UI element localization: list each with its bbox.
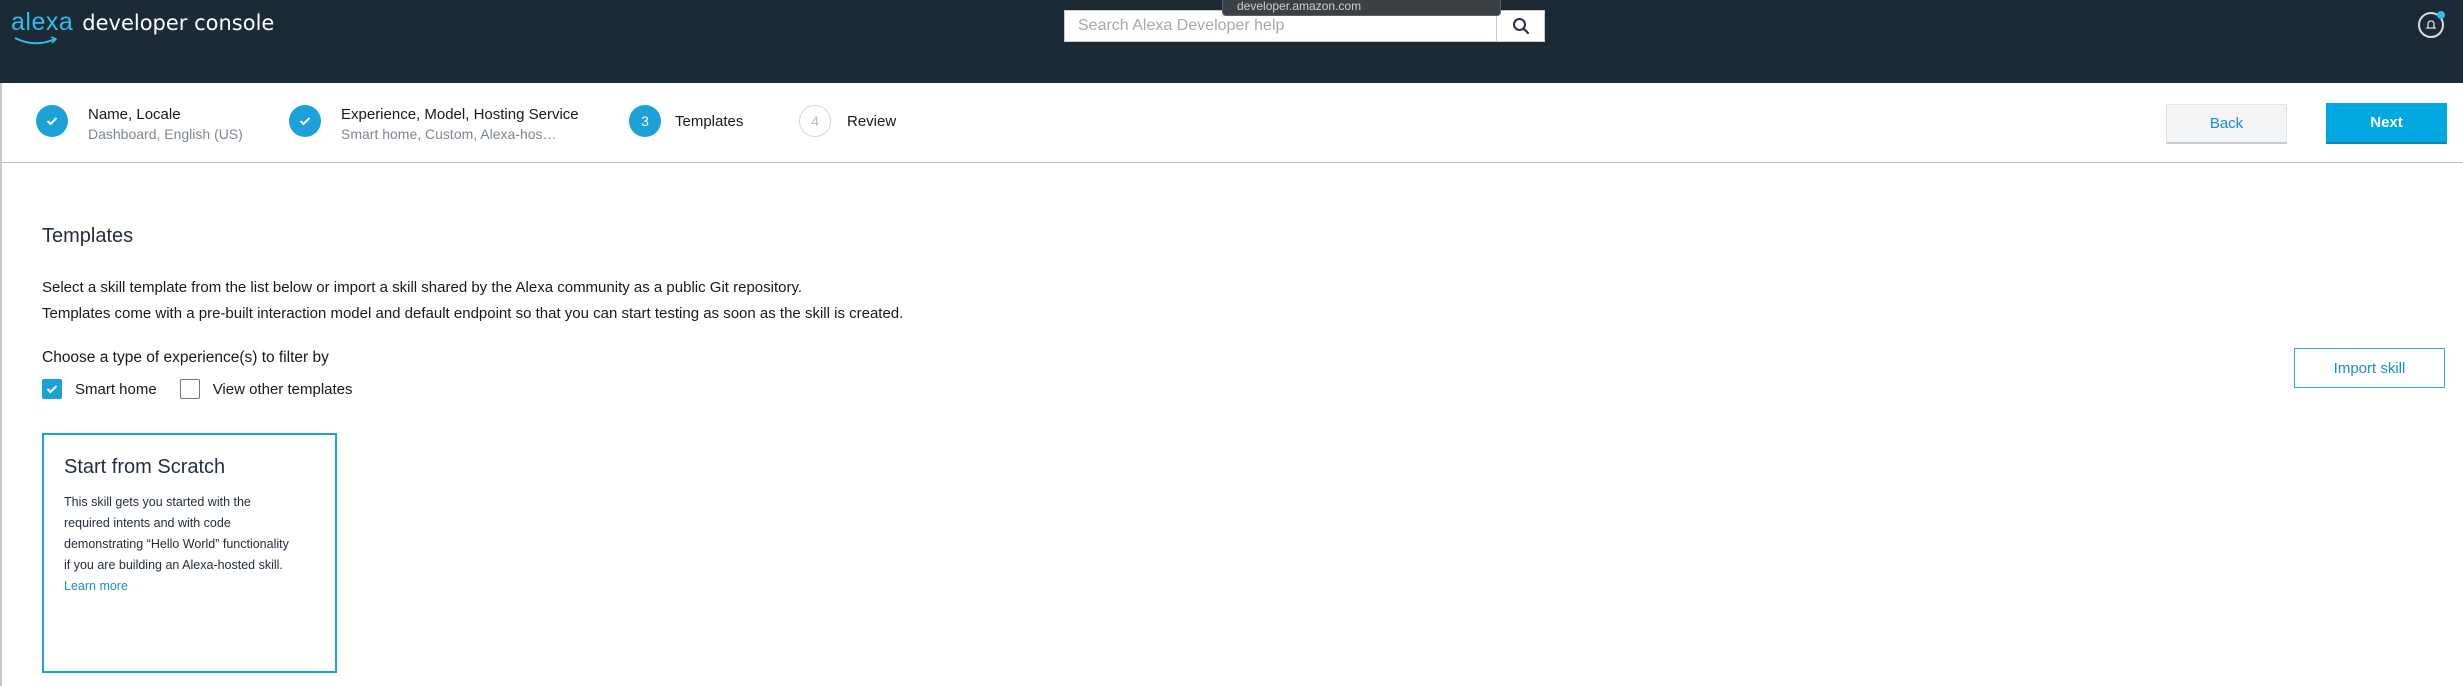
logo-brand-text: alexa — [11, 8, 74, 36]
alexa-developer-console-logo[interactable]: alexa developer console — [11, 8, 275, 45]
view-other-templates-checkbox[interactable] — [179, 379, 200, 399]
next-button[interactable]: Next — [2326, 103, 2447, 144]
card-title: Start from Scratch — [64, 456, 226, 478]
step-4-number: 4 — [799, 105, 831, 137]
step-1-check-icon — [36, 105, 68, 137]
notification-badge — [2437, 11, 2445, 19]
smart-home-checkbox[interactable] — [42, 379, 62, 399]
logo-product-text: developer console — [82, 11, 275, 35]
search-button[interactable] — [1496, 10, 1545, 42]
step-subtitle: Dashboard, English (US) — [88, 126, 243, 142]
card-description: This skill gets you started with the req… — [64, 492, 315, 597]
description-line-1: Select a skill template from the list be… — [42, 279, 803, 296]
top-navigation-bar: alexa developer console developer.amazon… — [0, 0, 2463, 83]
card-description-line: This skill gets you started with the — [64, 495, 251, 509]
step-2-check-icon — [289, 105, 321, 137]
step-title: Templates — [675, 113, 744, 130]
bell-icon — [2425, 20, 2437, 29]
step-title: Name, Locale — [88, 106, 181, 123]
import-skill-button[interactable]: Import skill — [2294, 348, 2445, 388]
card-description-line: required intents and with code — [64, 516, 231, 530]
page-title: Templates — [42, 225, 134, 247]
smart-home-label[interactable]: Smart home — [75, 381, 157, 398]
template-card-start-from-scratch[interactable]: Start from Scratch This skill gets you s… — [42, 433, 337, 673]
learn-more-link[interactable]: Learn more — [64, 576, 315, 597]
step-templates[interactable]: 3 Templates — [629, 105, 743, 137]
back-button[interactable]: Back — [2166, 104, 2287, 144]
wizard-stepper: Name, Locale Dashboard, English (US) Exp… — [0, 83, 2463, 163]
step-review[interactable]: 4 Review — [799, 105, 896, 137]
card-description-line: demonstrating “Hello World” functionalit… — [64, 537, 289, 551]
card-description-line: if you are building an Alexa-hosted skil… — [64, 558, 283, 572]
description-line-2: Templates come with a pre-built interact… — [42, 305, 904, 322]
step-title: Experience, Model, Hosting Service — [341, 106, 579, 123]
step-subtitle: Smart home, Custom, Alexa-hos… — [341, 126, 557, 142]
left-border — [0, 83, 2, 686]
url-tooltip: developer.amazon.com — [1222, 0, 1501, 16]
step-name-locale[interactable]: Name, Locale Dashboard, English (US) — [36, 105, 243, 144]
filter-label: Choose a type of experience(s) to filter… — [42, 349, 329, 366]
step-3-number: 3 — [629, 105, 661, 137]
search-icon — [1512, 18, 1529, 35]
view-other-templates-label[interactable]: View other templates — [213, 381, 353, 398]
logo-smile-icon — [14, 36, 57, 45]
step-experience-model-hosting[interactable]: Experience, Model, Hosting Service Smart… — [289, 105, 579, 144]
experience-filters: Smart home View other templates — [42, 379, 353, 399]
step-title: Review — [847, 113, 897, 130]
checkmark-icon — [46, 385, 58, 394]
